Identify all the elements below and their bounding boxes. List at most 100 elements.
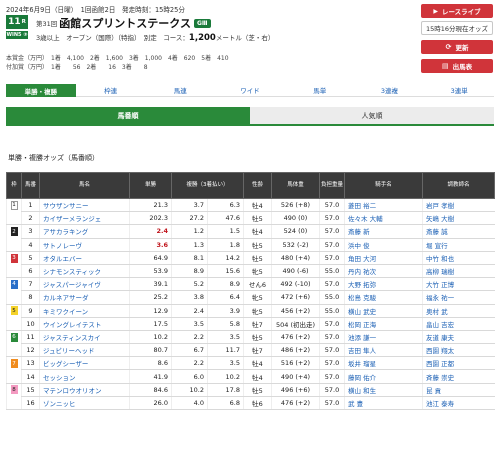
waku-badge: 3 [10, 253, 18, 263]
place-odds-min: 6.7 [171, 343, 208, 358]
tab-trifecta[interactable]: 3連単 [424, 84, 495, 97]
horse-name-link[interactable]: キミワクイーン [39, 304, 130, 318]
horse-name-link[interactable]: セッション [39, 369, 130, 384]
race-date-line: 2024年6月9日（日曜） 1回函館2日 発走時刻：15時25分 [6, 6, 185, 14]
horse-name-link[interactable]: サトノレーヴ [39, 238, 130, 252]
body-weight: 516 (+2) [271, 356, 320, 371]
tab-trio[interactable]: 3連複 [354, 84, 425, 97]
refresh-button[interactable]: ⟳ 更新 [421, 40, 493, 54]
win-odds: 2.4 [129, 224, 172, 239]
jockey-link[interactable]: 池添 謙一 [344, 330, 423, 345]
col-sex-age: 性齢 [243, 172, 272, 199]
tab-win-place[interactable]: 単勝・複勝 [6, 84, 76, 97]
horse-name-link[interactable]: ジャスティンスカイ [39, 330, 130, 345]
jockey-link[interactable]: 藤岡 佑介 [344, 369, 423, 384]
load-weight: 57.0 [319, 224, 345, 239]
trainer-link[interactable]: 西園 翔太 [422, 343, 495, 358]
jockey-link[interactable]: 武 豊 [344, 396, 423, 411]
jockey-link[interactable]: 大野 拓弥 [344, 277, 423, 292]
trainer-link[interactable]: 西園 正都 [422, 356, 495, 371]
jockey-link[interactable]: 角田 大河 [344, 251, 423, 265]
horse-number: 3 [21, 224, 40, 239]
prize-money-line: 本賞金（万円） 1着 4,100 2着 1,600 3着 1,000 4着 62… [6, 55, 229, 62]
horse-name-link[interactable]: ウイングレイテスト [39, 317, 130, 331]
trainer-link[interactable]: 矢嶋 大樹 [422, 211, 495, 226]
tab-exacta[interactable]: 馬単 [284, 84, 355, 97]
trainer-link[interactable]: 岩戸 孝樹 [422, 198, 495, 213]
trainer-link[interactable]: 福永 祐一 [422, 290, 495, 305]
waku-cell [6, 264, 22, 279]
trainer-link[interactable]: 大竹 正博 [422, 277, 495, 292]
tab-wide[interactable]: ワイド [215, 84, 285, 97]
trainer-link[interactable]: 友道 康夫 [422, 330, 495, 345]
sex-age: せん6 [243, 277, 272, 292]
load-weight: 57.0 [319, 356, 345, 371]
jockey-link[interactable]: 坂井 瑠星 [344, 356, 423, 371]
horse-name-link[interactable]: カルネアサーダ [39, 290, 130, 305]
horse-name-link[interactable]: カイザーメランジェ [39, 211, 130, 226]
horse-name-link[interactable]: サウザンサニー [39, 198, 130, 213]
tab-quinella[interactable]: 馬連 [145, 84, 216, 97]
place-odds-min: 8.9 [171, 264, 208, 279]
sex-age: 牝5 [243, 290, 272, 305]
horse-name-link[interactable]: ゾンニッヒ [39, 396, 130, 411]
list-icon: ▤ [441, 62, 449, 70]
race-number-unit: R [21, 19, 26, 25]
jockey-link[interactable]: 佐々木 大輔 [344, 211, 423, 226]
waku-badge: 1 [10, 200, 18, 210]
horse-name-link[interactable]: ジュビリーヘッド [39, 343, 130, 358]
body-weight: 492 (-10) [271, 277, 320, 292]
sex-age: 牡5 [243, 330, 272, 345]
table-row: 4 サトノレーヴ 3.6 1.3 1.8 牡5 532 (-2) 57.0 浜中 俊堀 宣行 [6, 238, 495, 252]
trainer-link[interactable]: 昆 貢 [422, 383, 495, 397]
conditions-prefix: 3歳以上 オープン（国際）（特指） 別定 コース： [36, 34, 189, 42]
race-live-button[interactable]: ▶ レースライブ [421, 4, 493, 18]
horse-number: 4 [21, 238, 40, 252]
trainer-link[interactable]: 畠山 吉宏 [422, 317, 495, 331]
place-odds-max: 3.9 [207, 304, 244, 318]
horse-name-link[interactable]: マテンロウオリオン [39, 383, 130, 397]
sex-age: 牡4 [243, 356, 272, 371]
jockey-link[interactable]: 松島 克駿 [344, 290, 423, 305]
horse-name-link[interactable]: オタルエバー [39, 251, 130, 265]
waku-cell [6, 238, 22, 252]
horse-name-link[interactable]: ビッグシーザー [39, 356, 130, 371]
entries-button[interactable]: ▤ 出馬表 [421, 59, 493, 73]
trainer-link[interactable]: 斎藤 誠 [422, 224, 495, 239]
tab-bracket-quinella[interactable]: 枠連 [75, 84, 146, 97]
trainer-link[interactable]: 高柳 瑞樹 [422, 264, 495, 279]
load-weight: 57.0 [319, 277, 345, 292]
body-weight: 532 (-2) [271, 238, 320, 252]
tab-sort-by-popularity[interactable]: 人気順 [250, 107, 494, 124]
waku-cell: 6 [6, 330, 22, 344]
col-body-weight: 馬体重 [271, 172, 320, 199]
waku-cell: 1 [6, 198, 22, 212]
place-odds-max: 17.8 [207, 383, 244, 397]
jockey-link[interactable]: 菱田 裕二 [344, 198, 423, 213]
jockey-link[interactable]: 松岡 正海 [344, 317, 423, 331]
tab-sort-by-number[interactable]: 馬番順 [6, 107, 250, 124]
horse-name-link[interactable]: アサカラキング [39, 224, 130, 239]
horse-name-link[interactable]: シナモンスティック [39, 264, 130, 279]
jockey-link[interactable]: 横山 武史 [344, 304, 423, 318]
waku-cell [6, 396, 22, 411]
jockey-link[interactable]: 斎藤 新 [344, 224, 423, 239]
trainer-link[interactable]: 堀 宣行 [422, 238, 495, 252]
win-odds: 25.2 [129, 290, 172, 305]
odds-table: 枠 馬番 馬名 単勝 複勝（3着払い） 性齢 馬体重 負担重量 騎手名 調教師名… [6, 172, 495, 411]
trainer-link[interactable]: 奥村 武 [422, 304, 495, 318]
horse-name-link[interactable]: ジャスパージャイヴ [39, 277, 130, 292]
place-odds-min: 1.3 [171, 238, 208, 252]
jockey-link[interactable]: 吉田 隼人 [344, 343, 423, 358]
sex-age: 牡4 [243, 198, 272, 213]
race-number-badge: 11 R [6, 15, 28, 29]
win-odds: 12.9 [129, 304, 172, 318]
table-row: 6 シナモンスティック 53.9 8.9 15.6 牝5 490 (-6) 55.0 丹内 祐次… [6, 264, 495, 279]
jockey-link[interactable]: 丹内 祐次 [344, 264, 423, 279]
trainer-link[interactable]: 中竹 和也 [422, 251, 495, 265]
trainer-link[interactable]: 池江 泰寿 [422, 396, 495, 411]
jockey-link[interactable]: 浜中 俊 [344, 238, 423, 252]
load-weight: 55.0 [319, 290, 345, 305]
jockey-link[interactable]: 横山 和生 [344, 383, 423, 397]
trainer-link[interactable]: 斉藤 崇史 [422, 369, 495, 384]
